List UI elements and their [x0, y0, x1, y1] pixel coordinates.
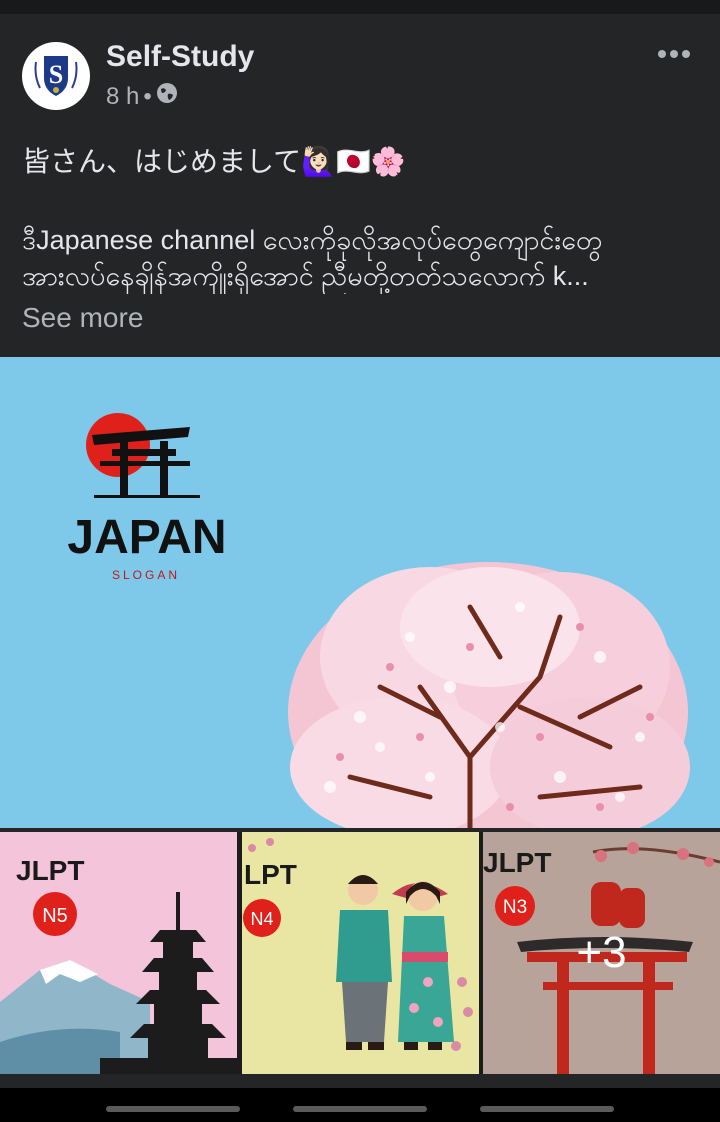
page-avatar[interactable]: S — [22, 42, 90, 110]
post-meta: 8 h • — [106, 82, 178, 111]
thumbnail-title: JLPT — [16, 855, 84, 886]
globe-icon — [156, 82, 178, 111]
thumbnail-n3[interactable]: JLPT N3 +3 — [483, 832, 720, 1074]
post-body-line-1: ဒီJapanese channel လေးကိုခုလိုအလုပ်တွေကျ… — [22, 225, 603, 255]
status-bar-top — [0, 0, 720, 14]
thumbnail-n4[interactable]: LPT N4 — [242, 832, 479, 1074]
logo-word: JAPAN — [67, 511, 226, 564]
see-more-link[interactable]: See more — [22, 302, 143, 334]
post-body-text: ဒီJapanese channel လေးကိုခုလိုအလုပ်တွေကျ… — [22, 222, 698, 294]
post-body-line-2: အားလပ်နေချိန်အကျိုးရှိအောင် ညီမတို့တတ်သလ… — [22, 261, 589, 291]
post-author-name[interactable]: Self-Study — [106, 40, 254, 74]
more-options-button[interactable] — [654, 38, 694, 62]
meta-separator: • — [143, 82, 152, 110]
nav-handle-center[interactable] — [293, 1106, 427, 1112]
nav-handle-right[interactable] — [480, 1106, 614, 1112]
logo-slogan: SLOGAN — [112, 568, 180, 582]
svg-text:S: S — [49, 60, 63, 89]
level-badge: N5 — [42, 905, 68, 927]
cherry-blossom-tree — [288, 562, 690, 828]
post-greeting-text: 皆さん、はじめまして🙋🏻‍♀️🇯🇵🌸 — [22, 146, 406, 177]
japan-logo: JAPAN SLOGAN — [67, 413, 227, 582]
thumbnail-n5[interactable]: JLPT N5 — [0, 832, 237, 1074]
post-timestamp[interactable]: 8 h — [106, 83, 139, 111]
nav-handle-left[interactable] — [106, 1106, 240, 1112]
thumbnail-row: JLPT N5 LPT N4 JLPT N3 +3 — [0, 832, 720, 1074]
thumbnail-title: LPT — [244, 859, 297, 890]
more-horizontal-icon — [658, 50, 690, 58]
post-main-image[interactable]: JAPAN SLOGAN — [0, 357, 720, 828]
level-badge: N4 — [250, 909, 273, 929]
system-navigation-bar — [0, 1088, 720, 1122]
more-photos-overlay[interactable]: +3 — [483, 832, 720, 1074]
